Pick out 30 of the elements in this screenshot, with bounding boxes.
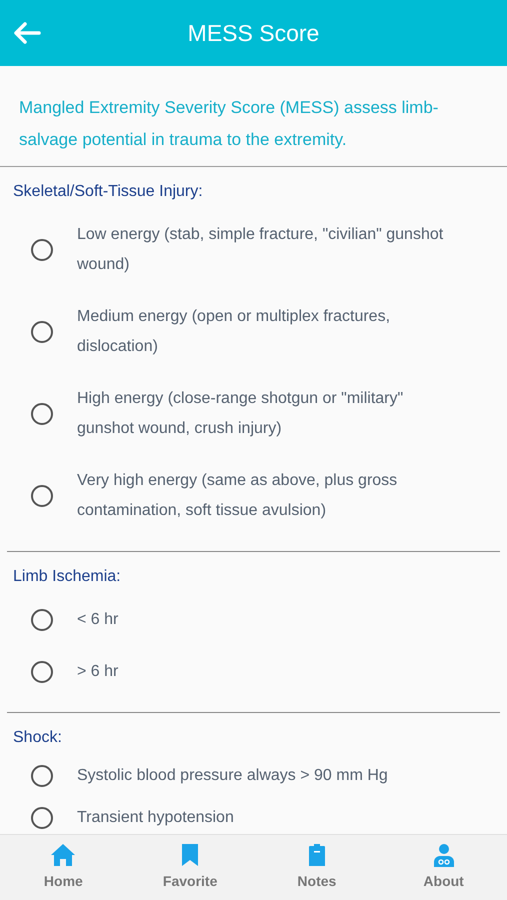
radio-button[interactable] — [31, 661, 53, 683]
nav-tab[interactable]: About — [380, 835, 507, 900]
option-label: Low energy (stab, simple fracture, "civilian" gunshot wound) — [77, 225, 444, 275]
option-label: Medium energy (open or multiplex fractures, dislocation) — [77, 307, 392, 357]
radio-button[interactable] — [31, 807, 53, 829]
radio-button[interactable] — [31, 765, 53, 787]
radio-button[interactable] — [31, 321, 53, 343]
intro-text: Mangled Extremity Severity Score (MESS) assess limb-salvage potential in trauma to the extremity. — [19, 97, 440, 151]
option-label: Very high energy (same as above, plus gross contamination, soft tissue avulsion) — [77, 471, 398, 521]
radio-button[interactable] — [31, 485, 53, 507]
section-heading: Limb Ischemia: — [12, 567, 122, 587]
section-heading: Shock: — [12, 728, 63, 748]
back-arrow-icon — [13, 22, 41, 44]
nav-tab[interactable]: Home — [0, 835, 127, 900]
option-label: < 6 hr — [77, 610, 120, 630]
screen-title: MESS Score — [188, 18, 320, 48]
option-label: > 6 hr — [77, 662, 120, 682]
option-label: High energy (close-range shotgun or "military" gunshot wound, crush injury) — [77, 389, 404, 439]
option-label: Systolic blood pressure always > 90 mm Hg — [77, 766, 389, 786]
nav-tab[interactable]: Favorite — [126, 835, 254, 900]
doctor-icon — [432, 843, 455, 867]
home-icon — [50, 843, 76, 867]
radio-button[interactable] — [31, 239, 53, 261]
clipboard-icon — [308, 843, 326, 867]
radio-button[interactable] — [31, 403, 53, 425]
radio-button[interactable] — [31, 609, 53, 631]
option-label: Transient hypotension — [77, 808, 235, 828]
section-heading: Skeletal/Soft-Tissue Injury: — [12, 182, 204, 202]
bookmark-icon — [181, 843, 200, 867]
nav-tab[interactable]: Notes — [254, 835, 380, 900]
